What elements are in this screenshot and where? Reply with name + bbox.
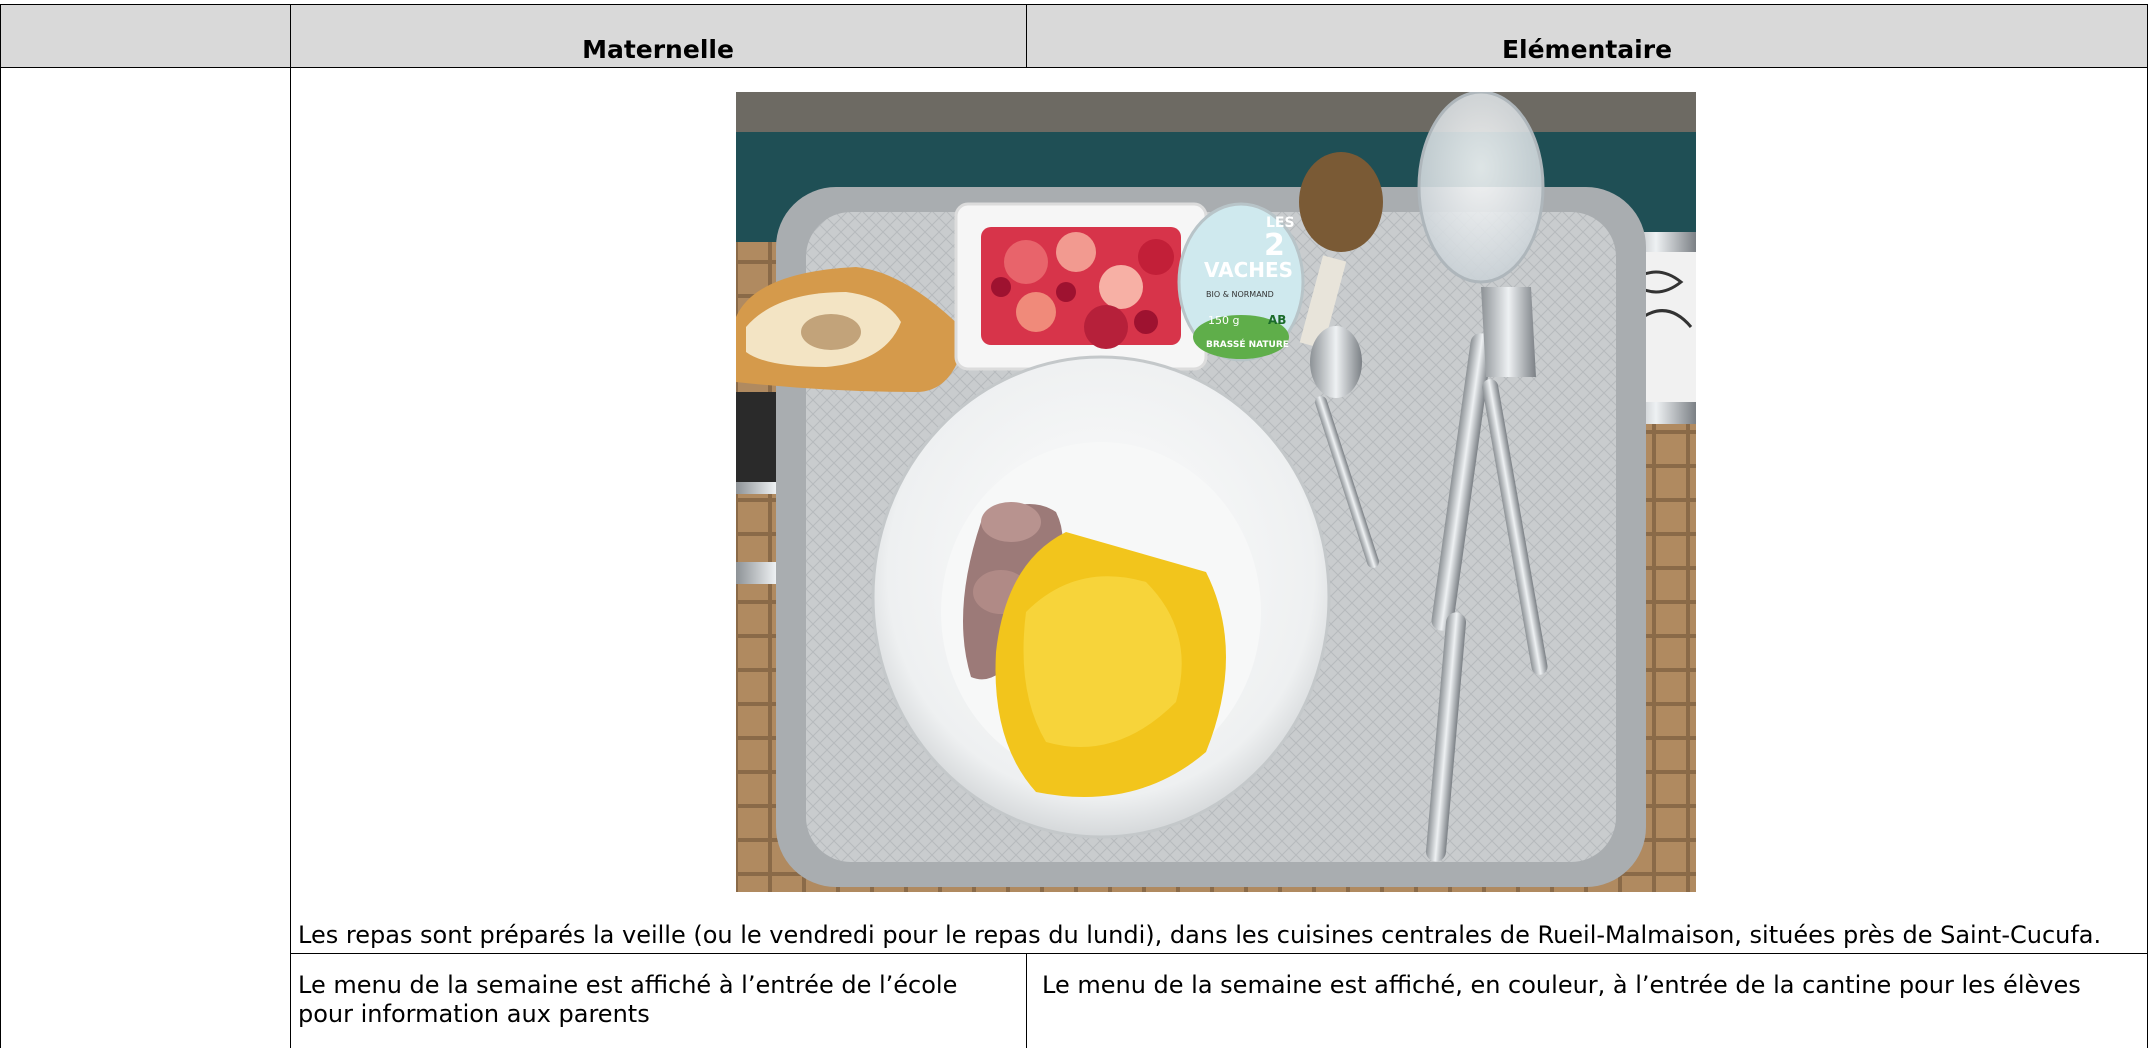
menu-note-elementaire: Le menu de la semaine est affiché, en co… [1042, 971, 2081, 999]
yogurt-subtitle: BIO & NORMAND [1206, 290, 1274, 299]
menu-note-maternelle: Le menu de la semaine est affiché à l’en… [298, 971, 958, 1028]
preparation-note: Les repas sont préparés la veille (ou le… [298, 921, 2102, 949]
table-border-right [2147, 4, 2148, 1048]
table-menu-column-divider [1026, 953, 1027, 1048]
header-cell-empty [0, 4, 290, 68]
table-column-divider [290, 4, 291, 1048]
table-header-divider [0, 67, 2148, 68]
table-row-divider [290, 953, 2148, 954]
header-elementaire: Elémentaire [1501, 35, 1673, 64]
table-border-left [0, 4, 1, 1048]
school-meals-table: Maternelle Elémentaire LES 2 VACHES BIO … [0, 4, 2149, 1048]
yogurt-ab-logo: AB [1268, 313, 1286, 327]
table-header-column-divider [1026, 4, 1027, 68]
header-maternelle: Maternelle [582, 35, 734, 64]
yogurt-label: BRASSÉ NATURE [1206, 338, 1289, 350]
meal-tray-photo: LES 2 VACHES BIO & NORMAND 150 g AB BRAS… [736, 92, 1696, 892]
yogurt-brand-line3: VACHES [1204, 258, 1293, 282]
yogurt-weight: 150 g [1208, 314, 1239, 327]
table-border-top [0, 4, 2148, 5]
